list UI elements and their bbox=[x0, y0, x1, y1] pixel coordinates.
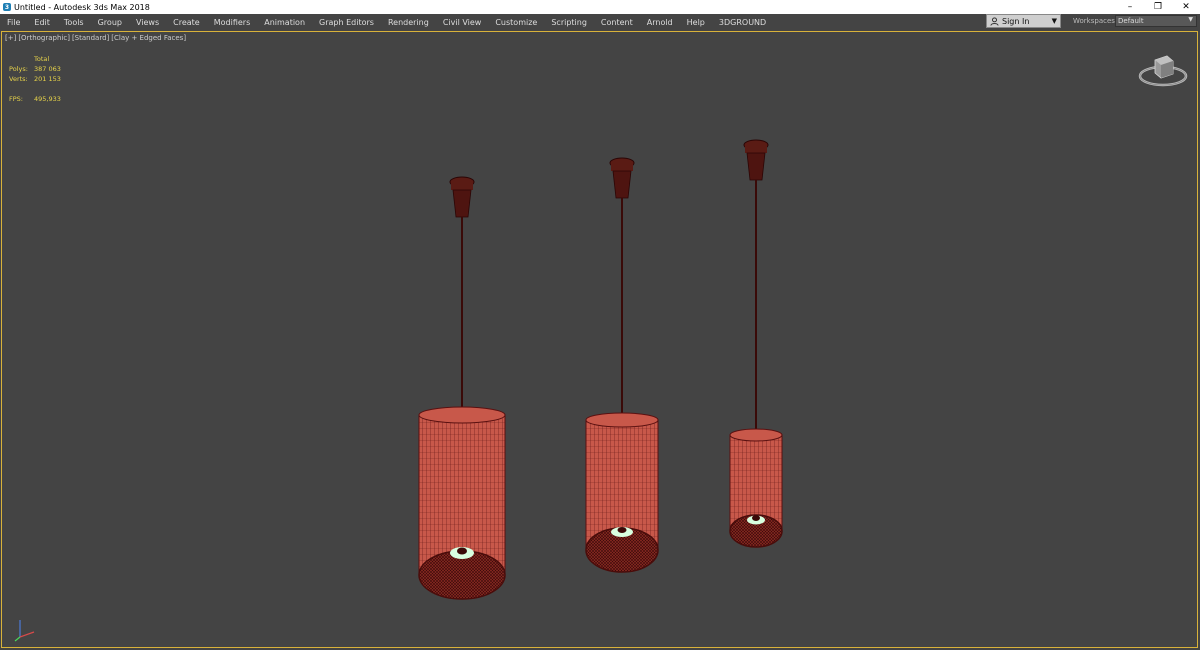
menu-graph-editors[interactable]: Graph Editors bbox=[312, 18, 381, 27]
user-icon bbox=[990, 16, 999, 26]
minimize-button[interactable]: – bbox=[1116, 0, 1144, 14]
restore-button[interactable]: ❐ bbox=[1144, 0, 1172, 14]
menu-tools[interactable]: Tools bbox=[57, 18, 91, 27]
menu-create[interactable]: Create bbox=[166, 18, 207, 27]
menu-group[interactable]: Group bbox=[91, 18, 129, 27]
3ds-max-icon[interactable]: 3 bbox=[3, 3, 11, 11]
close-button[interactable]: ✕ bbox=[1172, 0, 1200, 14]
workspaces-label: Workspaces: bbox=[1073, 17, 1118, 25]
chevron-down-icon: ▼ bbox=[1188, 16, 1193, 23]
viewport-orthographic[interactable]: [+] [Orthographic] [Standard] [Clay + Ed… bbox=[1, 31, 1198, 648]
sign-in-dropdown[interactable]: Sign In ▼ bbox=[986, 14, 1061, 28]
menu-scripting[interactable]: Scripting bbox=[544, 18, 594, 27]
menu-modifiers[interactable]: Modifiers bbox=[207, 18, 258, 27]
menu-rendering[interactable]: Rendering bbox=[381, 18, 436, 27]
menu-file[interactable]: File bbox=[0, 18, 27, 27]
menu-arnold[interactable]: Arnold bbox=[640, 18, 680, 27]
scene-canvas[interactable] bbox=[2, 32, 1198, 648]
menu-civil-view[interactable]: Civil View bbox=[436, 18, 489, 27]
menu-edit[interactable]: Edit bbox=[27, 18, 57, 27]
window-title: Untitled - Autodesk 3ds Max 2018 bbox=[14, 2, 150, 12]
menu-help[interactable]: Help bbox=[680, 18, 712, 27]
workspaces-value: Default bbox=[1118, 17, 1144, 25]
sign-in-label: Sign In bbox=[1002, 16, 1030, 26]
menu-3dground[interactable]: 3DGROUND bbox=[712, 18, 773, 27]
chevron-down-icon: ▼ bbox=[1051, 17, 1057, 25]
menu-animation[interactable]: Animation bbox=[257, 18, 312, 27]
axis-tripod-icon bbox=[14, 620, 35, 642]
window-controls: – ❐ ✕ bbox=[1116, 0, 1200, 14]
title-bar: 3 Untitled - Autodesk 3ds Max 2018 – ❐ ✕ bbox=[0, 0, 1200, 14]
menu-views[interactable]: Views bbox=[129, 18, 166, 27]
menu-customize[interactable]: Customize bbox=[488, 18, 544, 27]
pendant-lamp-2[interactable] bbox=[585, 157, 659, 573]
workspaces-select[interactable]: Default ▼ bbox=[1115, 15, 1197, 27]
pendant-lamp-3[interactable] bbox=[729, 139, 783, 548]
pendant-lamp-1[interactable] bbox=[418, 176, 506, 600]
menu-content[interactable]: Content bbox=[594, 18, 640, 27]
